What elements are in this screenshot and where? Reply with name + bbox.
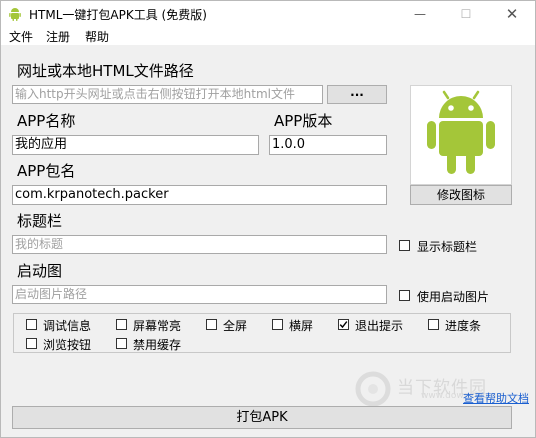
package-input[interactable]: com.krpanotech.packer — [12, 185, 387, 205]
option-checkbox-browse-button[interactable] — [26, 338, 37, 349]
app-window: HTML一键打包APK工具 (免费版) — ☐ ✕ 文件 注册 帮助 网址或本地… — [0, 0, 536, 438]
app-version-label: APP版本 — [274, 112, 333, 130]
menu-register[interactable]: 注册 — [46, 28, 70, 45]
option-checkbox-exit-prompt[interactable] — [338, 319, 349, 330]
check-icon — [339, 321, 348, 329]
splash-label: 启动图 — [17, 262, 63, 280]
watermark-logo-icon — [355, 371, 391, 407]
pack-apk-button[interactable]: 打包APK — [12, 406, 512, 429]
option-label-keep-screen-on: 屏幕常亮 — [133, 319, 182, 333]
app-icon-preview — [410, 85, 512, 185]
android-icon — [427, 90, 495, 174]
option-checkbox-keep-screen-on[interactable] — [116, 319, 127, 330]
option-label-debug: 调试信息 — [43, 319, 92, 333]
splash-input[interactable]: 启动图片路径 — [12, 285, 387, 304]
use-splash-checkbox[interactable] — [399, 290, 410, 301]
minimize-button[interactable]: — — [403, 1, 437, 27]
titlebar-label: 标题栏 — [17, 212, 63, 230]
option-label-exit-prompt: 退出提示 — [355, 319, 404, 333]
option-checkbox-landscape[interactable] — [272, 319, 283, 330]
maximize-button[interactable]: ☐ — [449, 1, 483, 27]
change-icon-button[interactable]: 修改图标 — [410, 185, 512, 205]
window-title: HTML一键打包APK工具 (免费版) — [29, 8, 207, 22]
app-name-label: APP名称 — [17, 112, 76, 130]
option-checkbox-debug[interactable] — [26, 319, 37, 330]
option-label-progress-bar: 进度条 — [445, 319, 482, 333]
android-icon — [9, 8, 21, 21]
title-bar: HTML一键打包APK工具 (免费版) — ☐ ✕ — [1, 1, 535, 27]
close-button[interactable]: ✕ — [495, 1, 529, 27]
url-input[interactable]: 输入http开头网址或点击右侧按钮打开本地html文件 — [12, 85, 323, 104]
option-label-disable-cache: 禁用缓存 — [133, 338, 182, 352]
help-doc-link[interactable]: 查看帮助文档 — [463, 390, 529, 406]
option-checkbox-fullscreen[interactable] — [206, 319, 217, 330]
menu-file[interactable]: 文件 — [9, 28, 33, 45]
show-titlebar-checkbox[interactable] — [399, 240, 410, 251]
option-label-landscape: 横屏 — [289, 319, 314, 333]
option-label-fullscreen: 全屏 — [223, 319, 248, 333]
app-name-input[interactable]: 我的应用 — [12, 135, 259, 155]
menu-help[interactable]: 帮助 — [85, 28, 109, 45]
option-checkbox-progress-bar[interactable] — [428, 319, 439, 330]
menu-bar: 文件 注册 帮助 — [1, 27, 535, 45]
option-checkbox-disable-cache[interactable] — [116, 338, 127, 349]
browse-button[interactable]: ... — [327, 85, 387, 104]
app-version-input[interactable]: 1.0.0 — [269, 135, 387, 155]
use-splash-label: 使用启动图片 — [417, 290, 490, 304]
titlebar-input[interactable]: 我的标题 — [12, 235, 387, 254]
url-label: 网址或本地HTML文件路径 — [17, 62, 194, 80]
option-label-browse-button: 浏览按钮 — [43, 338, 92, 352]
show-titlebar-label: 显示标题栏 — [417, 240, 478, 254]
package-label: APP包名 — [17, 162, 76, 180]
